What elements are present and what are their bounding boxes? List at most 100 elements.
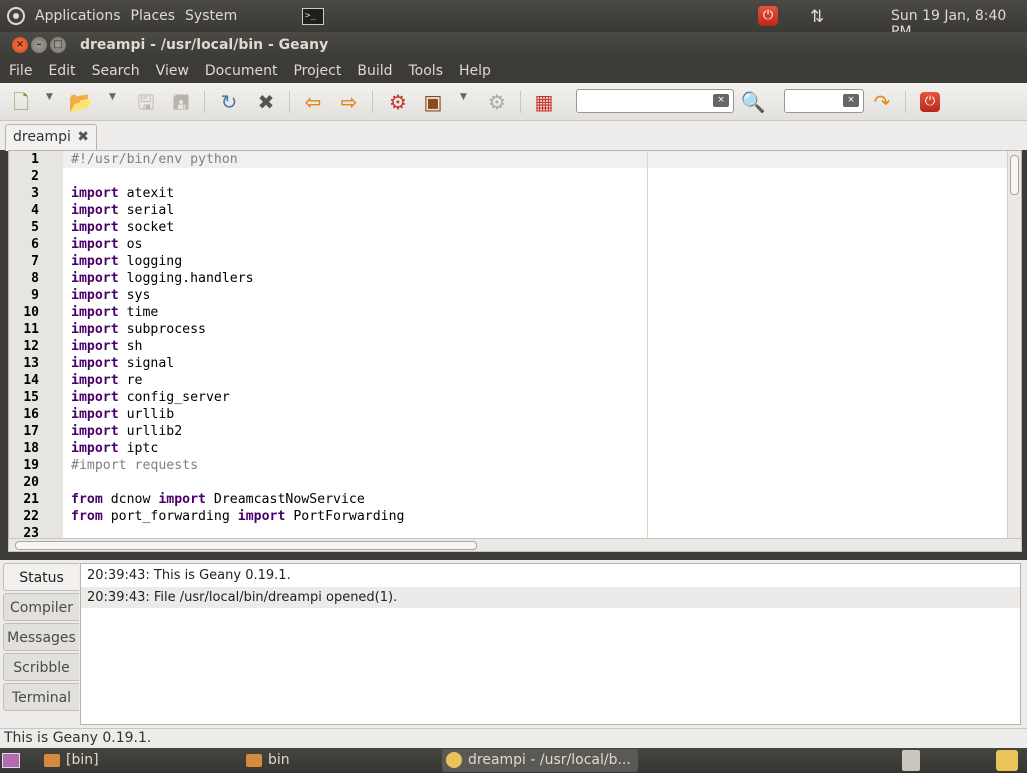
code-line: import urllib2 (71, 424, 182, 439)
code-text: serial (118, 203, 175, 218)
geany-icon (446, 752, 462, 768)
tab-terminal[interactable]: Terminal (3, 683, 79, 711)
compile-icon[interactable]: ⚙ (385, 89, 411, 115)
line-number[interactable]: 10 (9, 305, 39, 320)
clear-search-icon[interactable]: × (713, 94, 729, 107)
minimize-window-icon[interactable]: – (31, 37, 47, 53)
line-number[interactable]: 11 (9, 322, 39, 337)
menu-project[interactable]: Project (293, 63, 341, 79)
menu-view[interactable]: View (156, 63, 189, 79)
taskbar-item[interactable]: bin (242, 749, 432, 772)
menu-document[interactable]: Document (205, 63, 278, 79)
menu-edit[interactable]: Edit (48, 63, 75, 79)
menu-bar: File Edit Search View Document Project B… (0, 58, 1027, 83)
shutdown-indicator-icon[interactable]: ⏻ (758, 6, 778, 26)
execute-icon[interactable]: ⚙ (484, 89, 510, 115)
status-log[interactable]: 20:39:43: This is Geany 0.19.1. 20:39:43… (80, 563, 1021, 725)
new-file-dropdown-icon[interactable]: ▼ (46, 92, 53, 102)
code-editor[interactable]: 1 2 3 4 5 6 7 8 9 10 11 12 13 14 15 16 17 18 19 20 21 22 23 #!… (8, 150, 1022, 539)
line-number[interactable]: 8 (9, 271, 39, 286)
code-keyword: import (71, 203, 119, 218)
line-number[interactable]: 18 (9, 441, 39, 456)
ubuntu-logo-icon[interactable] (7, 7, 25, 25)
line-number[interactable]: 14 (9, 373, 39, 388)
show-desktop-icon[interactable] (2, 753, 20, 768)
code-line: #!/usr/bin/env python (71, 152, 238, 167)
code-line: import signal (71, 356, 174, 371)
line-number[interactable]: 21 (9, 492, 39, 507)
network-indicator-icon[interactable]: ⇅ (810, 7, 824, 27)
menu-build[interactable]: Build (357, 63, 392, 79)
open-file-icon[interactable]: 📂 (68, 89, 94, 115)
system-menu[interactable]: System (185, 8, 237, 24)
menu-file[interactable]: File (9, 63, 32, 79)
tab-scribble[interactable]: Scribble (3, 653, 79, 681)
line-number[interactable]: 12 (9, 339, 39, 354)
line-number[interactable]: 16 (9, 407, 39, 422)
tab-messages[interactable]: Messages (3, 623, 79, 651)
line-number[interactable]: 13 (9, 356, 39, 371)
places-menu[interactable]: Places (131, 8, 176, 24)
line-number[interactable]: 1 (9, 152, 39, 167)
line-number[interactable]: 2 (9, 169, 39, 184)
close-tab-icon[interactable]: ✖ (77, 125, 89, 149)
tab-compiler[interactable]: Compiler (3, 593, 79, 621)
line-number[interactable]: 19 (9, 458, 39, 473)
line-number[interactable]: 5 (9, 220, 39, 235)
vertical-scrollbar[interactable] (1007, 151, 1021, 538)
revert-icon[interactable]: ↻ (216, 89, 242, 115)
close-window-icon[interactable]: × (12, 37, 28, 53)
applications-menu[interactable]: Applications (35, 8, 121, 24)
terminal-launcher-icon[interactable]: >_ (302, 8, 324, 25)
build-dropdown-icon[interactable]: ▼ (460, 92, 467, 102)
close-file-icon[interactable]: ✖ (253, 89, 279, 115)
code-text: socket (118, 220, 175, 235)
workspace-switcher-icon[interactable] (996, 750, 1018, 771)
horizontal-scrollbar-thumb[interactable] (15, 541, 477, 550)
line-number[interactable]: 7 (9, 254, 39, 269)
status-bar: This is Geany 0.19.1. (0, 728, 1027, 748)
code-text: logging.handlers (118, 271, 254, 286)
toolbar-separator (905, 91, 906, 113)
open-recent-dropdown-icon[interactable]: ▼ (109, 92, 116, 102)
quit-icon[interactable]: ⏻ (920, 92, 940, 112)
toolbar: 🗋 ▼ 📂 ▼ 🖫 🖪 ↻ ✖ ⇦ ⇨ ⚙ ▣ ▼ ⚙ ▦ × 🔍 × ↷ ⏻ (0, 83, 1027, 121)
line-number[interactable]: 20 (9, 475, 39, 490)
taskbar-item[interactable]: [bin] (40, 749, 230, 772)
search-input[interactable]: × (576, 89, 734, 113)
line-number[interactable]: 9 (9, 288, 39, 303)
clear-goto-line-icon[interactable]: × (843, 94, 859, 107)
navigate-back-icon[interactable]: ⇦ (300, 89, 326, 115)
menu-tools[interactable]: Tools (409, 63, 444, 79)
tab-status[interactable]: Status (3, 563, 79, 591)
toolbar-separator (372, 91, 373, 113)
menu-search[interactable]: Search (92, 63, 140, 79)
menu-help[interactable]: Help (459, 63, 491, 79)
navigate-forward-icon[interactable]: ⇨ (336, 89, 362, 115)
trash-icon[interactable] (902, 750, 920, 771)
code-keyword: import (71, 220, 119, 235)
maximize-window-icon[interactable]: □ (50, 37, 66, 53)
document-tab[interactable]: dreampi ✖ (5, 124, 97, 151)
code-keyword: import (71, 390, 119, 405)
line-number[interactable]: 15 (9, 390, 39, 405)
line-number[interactable]: 22 (9, 509, 39, 524)
line-number[interactable]: 3 (9, 186, 39, 201)
new-file-icon[interactable]: 🗋 (8, 89, 34, 115)
horizontal-scrollbar[interactable] (8, 538, 1022, 552)
taskbar-item-active[interactable]: dreampi - /usr/local/b... (442, 749, 638, 772)
line-number[interactable]: 17 (9, 424, 39, 439)
goto-line-input[interactable]: × (784, 89, 864, 113)
search-icon[interactable]: 🔍 (740, 89, 766, 115)
toolbar-separator (520, 91, 521, 113)
goto-line-icon[interactable]: ↷ (869, 89, 895, 115)
build-icon[interactable]: ▣ (420, 89, 446, 115)
bottom-panel: [bin] bin dreampi - /usr/local/b... (0, 748, 1027, 773)
code-keyword: import (158, 492, 206, 507)
line-number[interactable]: 6 (9, 237, 39, 252)
color-chooser-icon[interactable]: ▦ (531, 89, 557, 115)
line-number[interactable]: 4 (9, 203, 39, 218)
vertical-scrollbar-thumb[interactable] (1010, 155, 1019, 195)
save-all-icon[interactable]: 🖪 (168, 89, 194, 115)
save-icon[interactable]: 🖫 (133, 89, 159, 115)
